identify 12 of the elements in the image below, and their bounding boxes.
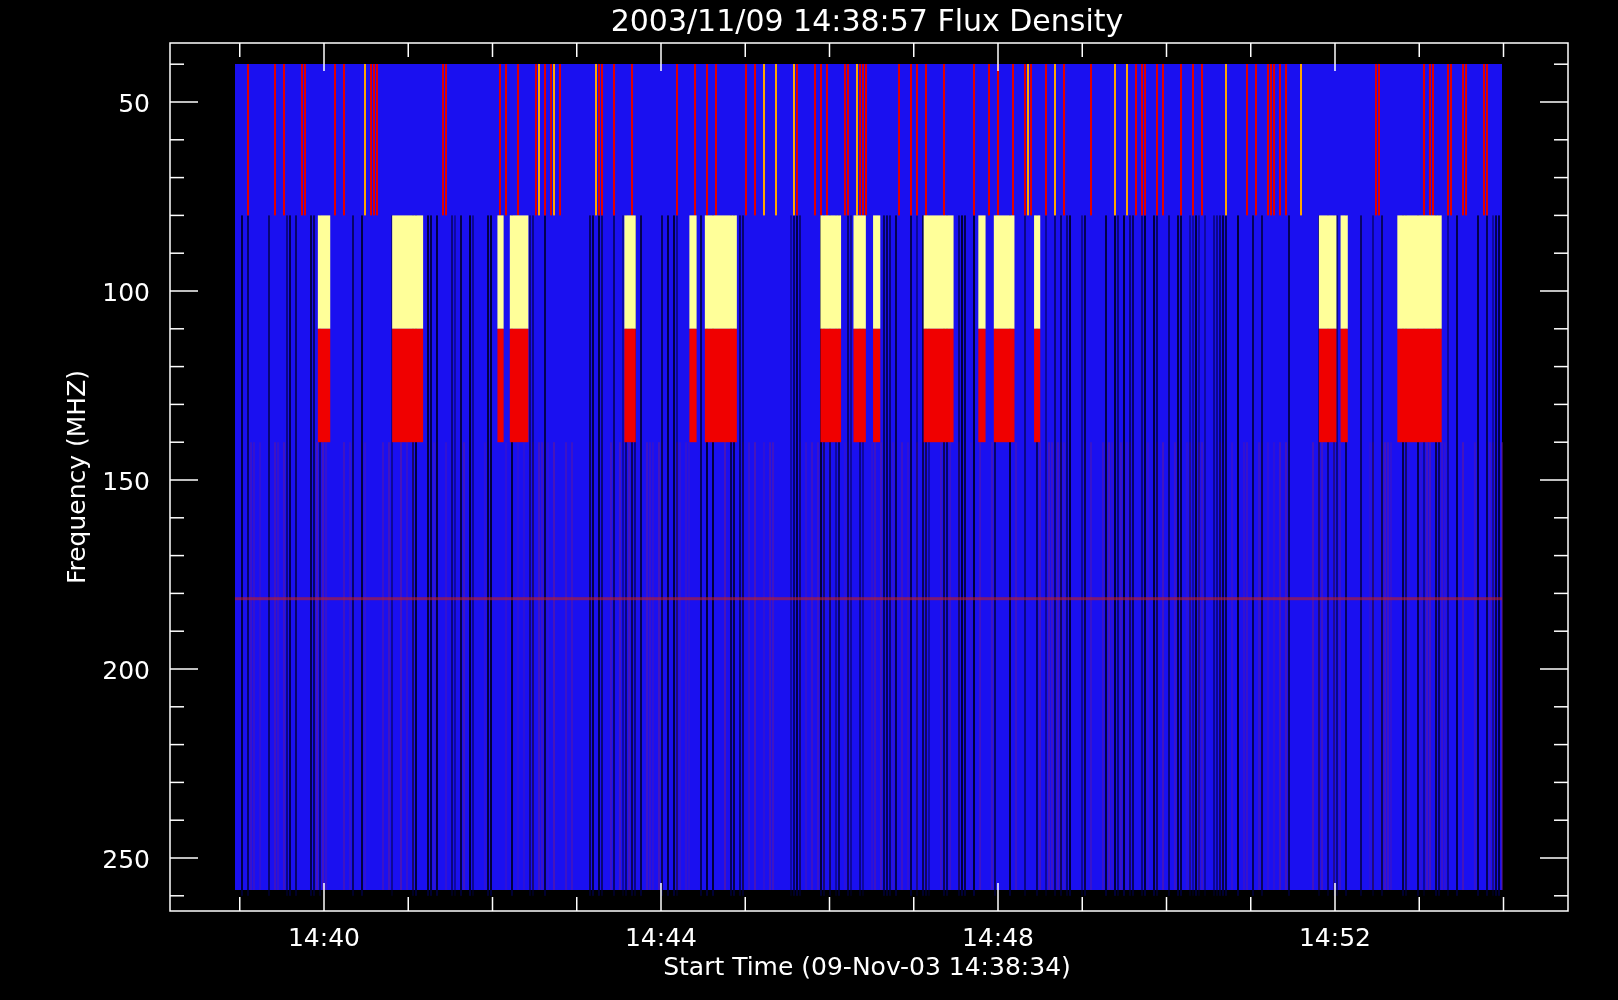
y-tick-label: 150 (102, 467, 150, 496)
y-tick-label: 50 (118, 89, 150, 118)
x-tick-label: 14:40 (288, 923, 360, 952)
x-tick-label: 14:52 (1299, 923, 1371, 952)
x-axis-label: Start Time (09-Nov-03 14:38:34) (663, 952, 1071, 981)
plot-title: 2003/11/09 14:38:57 Flux Density (610, 3, 1124, 38)
y-axis-label: Frequency (MHZ) (62, 369, 91, 585)
y-tick-label: 200 (102, 656, 150, 685)
x-tick-label: 14:48 (962, 923, 1034, 952)
x-tick-label: 14:44 (625, 923, 697, 952)
y-tick-label: 250 (102, 845, 150, 874)
y-tick-label: 100 (102, 278, 150, 307)
